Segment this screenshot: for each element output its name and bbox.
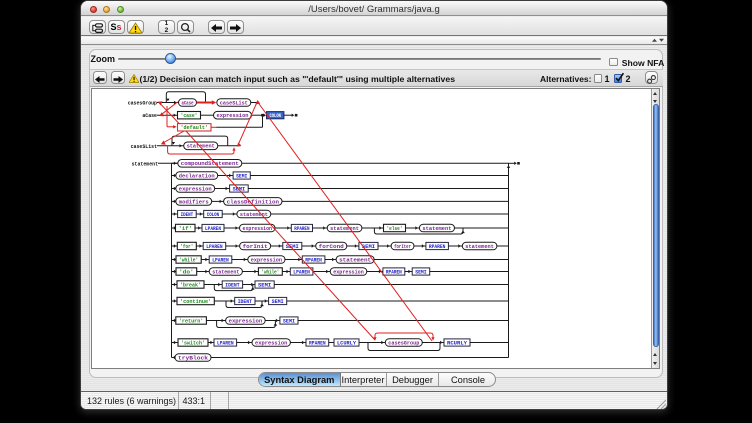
svg-text:RCURLY: RCURLY [447,340,468,346]
svg-text:RPAREN: RPAREN [305,257,322,263]
svg-text:COLON: COLON [207,212,220,218]
svg-text:'if': 'if' [179,226,193,232]
svg-text:forCond: forCond [319,244,344,250]
svg-text:'do': 'do' [179,269,194,275]
svg-text:expression: expression [179,186,212,192]
svg-text:forIter: forIter [394,244,411,250]
svg-text:RPAREN: RPAREN [386,269,402,275]
svg-text:expression: expression [229,318,263,324]
svg-text:IDENT: IDENT [225,282,240,288]
svg-text:RPAREN: RPAREN [309,340,326,346]
svg-text:'else': 'else' [387,226,403,232]
svg-text:LPAREN: LPAREN [293,269,310,275]
svg-text:tryBlock: tryBlock [178,355,209,361]
svg-text:modifiers: modifiers [179,199,209,205]
svg-text:aCase: aCase [142,113,157,119]
svg-text:IDENT: IDENT [181,212,194,218]
svg-text:'while': 'while' [261,269,279,275]
svg-text:statement: statement [339,257,371,263]
svg-text:expression: expression [243,226,273,232]
svg-text:expression: expression [251,257,282,263]
svg-text:'for': 'for' [180,244,193,250]
svg-text:'default': 'default' [181,125,209,131]
svg-text:'continue': 'continue' [180,299,211,305]
svg-text:LPAREN: LPAREN [212,257,229,263]
svg-text:statement: statement [132,161,158,167]
svg-text:'return': 'return' [179,318,204,324]
svg-text:declaration: declaration [179,173,215,179]
svg-text:SEMI: SEMI [272,299,284,305]
svg-text:COLON: COLON [270,113,281,119]
svg-text:forInit: forInit [243,244,268,250]
svg-text:SEMI: SEMI [283,318,295,324]
svg-text:RPAREN: RPAREN [429,244,446,250]
svg-text:compoundStatement: compoundStatement [181,161,239,167]
svg-text:IDENT: IDENT [238,299,253,305]
svg-text:SEMI: SEMI [258,282,271,288]
svg-text:statement: statement [212,269,239,275]
svg-text:casesGroup: casesGroup [388,340,419,346]
svg-text:caseSList: caseSList [220,100,248,106]
svg-text:expression: expression [333,269,364,275]
svg-text:LPAREN: LPAREN [206,244,223,250]
svg-text:'while': 'while' [179,257,198,263]
svg-text:LCURLY: LCURLY [337,340,357,346]
svg-text:'break': 'break' [180,282,201,288]
svg-text:casesGroup: casesGroup [128,101,157,107]
svg-text:LPAREN: LPAREN [205,226,221,232]
svg-text:LPAREN: LPAREN [217,340,234,346]
svg-text:aCase: aCase [182,100,194,106]
svg-text:'switch': 'switch' [181,340,205,346]
svg-text:SEMI: SEMI [236,173,247,179]
svg-text:caseSList: caseSList [131,144,157,150]
svg-text:RPAREN: RPAREN [294,226,309,232]
svg-text:expression: expression [255,340,287,346]
svg-text:statement: statement [422,226,451,232]
svg-text:'case': 'case' [181,113,198,119]
svg-text:statement: statement [330,226,359,232]
svg-text:expression: expression [217,113,249,119]
svg-text:statement: statement [465,244,494,250]
svg-text:SEMI: SEMI [415,269,427,275]
